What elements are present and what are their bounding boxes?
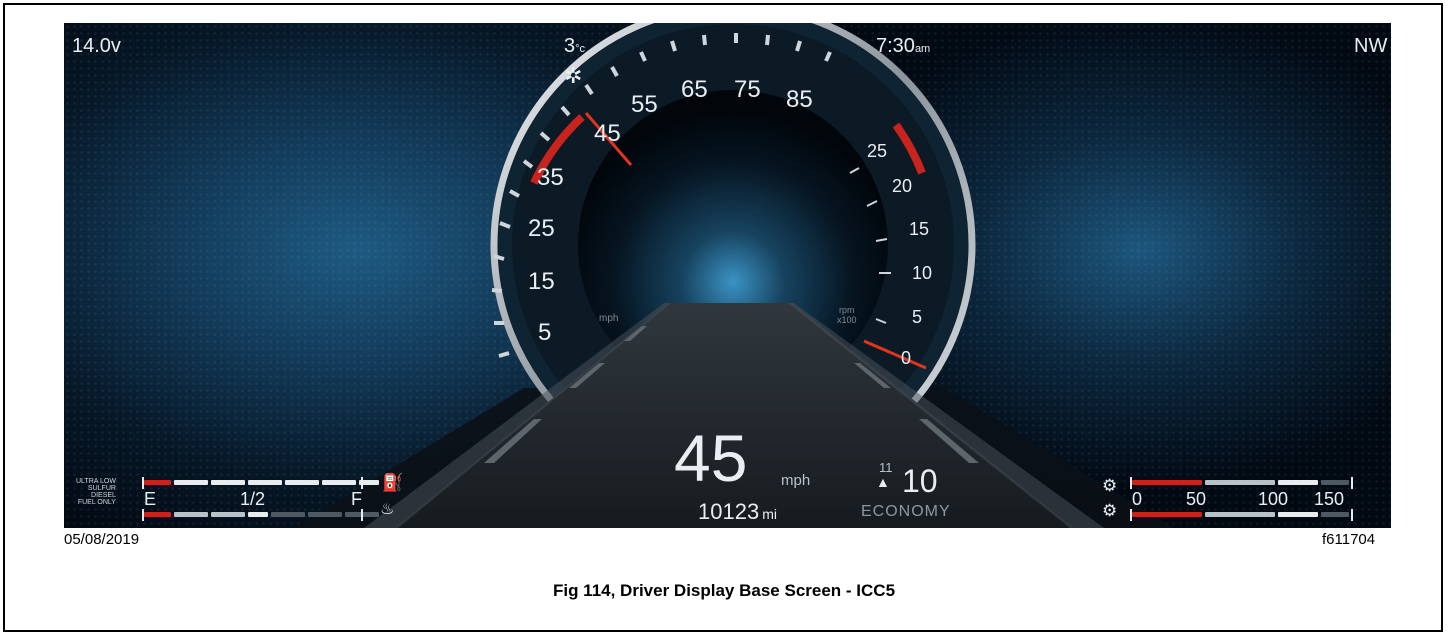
figure-id: f611704	[1322, 531, 1376, 548]
driver-display: 14.0v ✲ 3°c 7:30am NW 5 15 25 35 45 55 6…	[64, 23, 1391, 528]
primary-air-bar	[1132, 480, 1349, 485]
fuel-half-label: 1/2	[240, 489, 266, 509]
speed-tick-label: 35	[537, 164, 564, 191]
fuel-type-label: ULTRA LOW SULFUR DIESEL FUEL ONLY	[76, 478, 116, 506]
digital-speed: 45	[674, 421, 748, 495]
rpm-tick-label: 5	[912, 307, 923, 327]
air-scale-label: 150	[1314, 489, 1345, 509]
drive-mode: ECONOMY	[861, 503, 951, 520]
speed-tick-label: 65	[681, 76, 708, 103]
air-scale-label: 100	[1258, 489, 1289, 509]
fuel-pump-icon: ⛽	[382, 473, 404, 492]
gear-up-arrow-icon: ▲	[876, 474, 890, 490]
next-gear: 11	[879, 460, 893, 475]
rpm-tick-label: 0	[901, 348, 912, 368]
rpm-tick-label: 10	[912, 263, 933, 283]
clock: 7:30am	[876, 35, 931, 57]
secondary-air-bar	[1132, 512, 1349, 517]
speed-tick-label: 55	[631, 91, 658, 118]
fuel-level-bar	[144, 480, 379, 485]
current-gear: 10	[902, 463, 938, 499]
figure-date: 05/08/2019	[64, 531, 140, 548]
fuel-full-label: F	[351, 489, 362, 509]
rpm-tick-label: 15	[909, 219, 930, 239]
speed-tick-label: 15	[528, 268, 555, 295]
snowflake-icon: ✲	[564, 63, 583, 88]
fuel-empty-label: E	[144, 489, 157, 509]
figure-frame: 14.0v ✲ 3°c 7:30am NW 5 15 25 35 45 55 6…	[3, 3, 1443, 632]
air-pressure-secondary-icon: ⚙	[1102, 501, 1118, 520]
speed-unit-label: mph	[599, 313, 619, 324]
def-level-bar	[144, 512, 379, 517]
battery-voltage: 14.0v	[72, 35, 121, 57]
figure-caption: Fig 114, Driver Display Base Screen - IC…	[552, 581, 896, 600]
odometer: 10123 mi	[698, 499, 777, 524]
speed-tick-label: 75	[734, 76, 761, 103]
speed-tick-label: 85	[786, 86, 813, 113]
air-scale-label: 0	[1132, 489, 1143, 509]
rpm-tick-label: 20	[892, 176, 913, 196]
def-fluid-icon: ♨	[380, 501, 395, 518]
digital-speed-unit: mph	[781, 472, 811, 489]
compass-heading: NW	[1354, 35, 1388, 57]
outside-temperature: 3°c	[564, 35, 586, 57]
speed-tick-label: 45	[594, 120, 621, 147]
rpm-tick-label: 25	[867, 141, 888, 161]
rpm-unit-label: rpm x100	[837, 305, 857, 325]
air-pressure-primary-icon: ⚙	[1102, 476, 1118, 495]
speed-tick-label: 25	[528, 215, 555, 242]
speed-tick-label: 5	[538, 319, 552, 346]
air-scale-label: 50	[1186, 489, 1207, 509]
